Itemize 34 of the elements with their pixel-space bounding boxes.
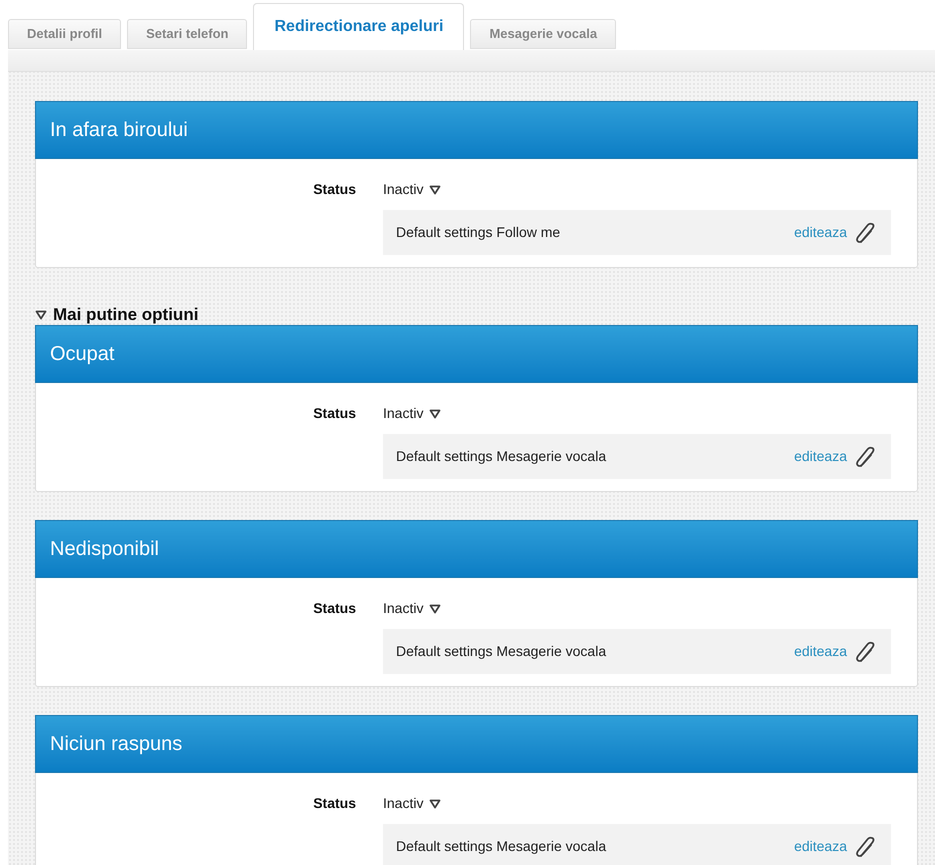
status-label: Status bbox=[312, 180, 356, 199]
edit-link[interactable]: editeaza bbox=[794, 222, 877, 244]
status-label: Status bbox=[312, 404, 356, 423]
section-header: In afara biroului bbox=[35, 101, 918, 159]
edit-link[interactable]: editeaza bbox=[794, 640, 877, 662]
setting-text: Default settings Mesagerie vocala bbox=[396, 837, 606, 856]
setting-text: Default settings Mesagerie vocala bbox=[396, 447, 606, 466]
paperclip-icon bbox=[855, 836, 877, 858]
paperclip-icon bbox=[855, 640, 877, 662]
tab[interactable]: Setari telefon bbox=[127, 19, 248, 49]
status-dropdown[interactable]: Inactiv bbox=[383, 179, 442, 200]
paperclip-icon bbox=[855, 446, 877, 468]
edit-link[interactable]: editeaza bbox=[794, 836, 877, 858]
section-header: Niciun raspuns bbox=[35, 715, 918, 773]
caret-icon bbox=[429, 408, 442, 418]
status-dropdown[interactable]: Inactiv bbox=[383, 598, 442, 619]
status-label: Status bbox=[312, 599, 356, 618]
caret-icon bbox=[429, 184, 442, 194]
tab[interactable]: Mesagerie vocala bbox=[470, 19, 616, 49]
paperclip-icon bbox=[855, 222, 877, 244]
status-label: Status bbox=[312, 794, 356, 813]
caret-icon bbox=[429, 604, 442, 614]
toggle-link[interactable]: Mai putine optiuni bbox=[35, 304, 198, 325]
edit-link[interactable]: editeaza bbox=[794, 446, 877, 468]
caret-icon bbox=[35, 310, 47, 320]
caret-icon bbox=[429, 798, 442, 808]
section-header: Nedisponibil bbox=[35, 520, 918, 578]
status-dropdown[interactable]: Inactiv bbox=[383, 403, 442, 424]
section-header: Ocupat bbox=[35, 325, 918, 383]
status-dropdown[interactable]: Inactiv bbox=[383, 793, 442, 814]
tab[interactable]: Detalii profil bbox=[8, 19, 122, 49]
tab[interactable]: Redirectionare apeluri bbox=[253, 3, 464, 50]
setting-text: Default settings Follow me bbox=[396, 223, 560, 242]
setting-text: Default settings Mesagerie vocala bbox=[396, 642, 606, 661]
